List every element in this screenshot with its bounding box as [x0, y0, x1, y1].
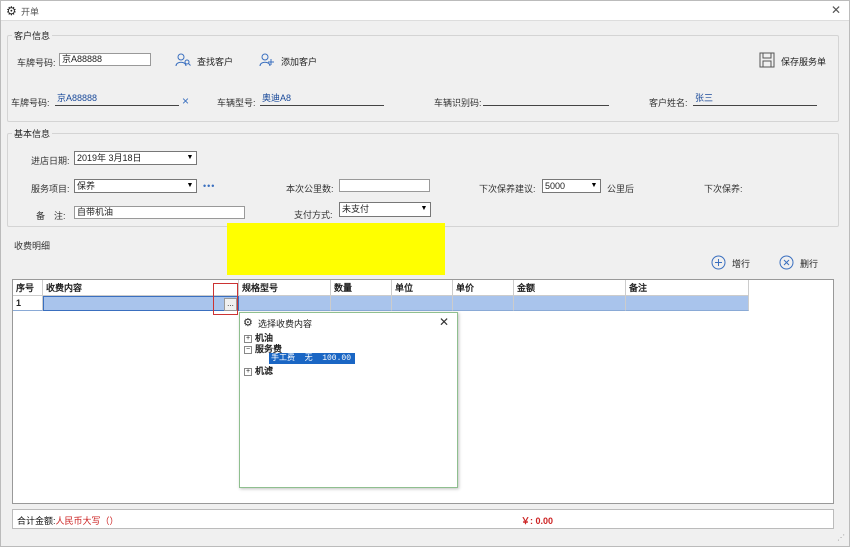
vin-field[interactable] — [483, 92, 609, 106]
plus-circle-icon — [711, 255, 726, 272]
plate-input[interactable]: 京A88888 — [59, 53, 151, 66]
unit-cell[interactable] — [392, 296, 453, 311]
col-header: 序号 — [13, 280, 43, 296]
col-header: 收费内容 — [43, 280, 239, 296]
chevron-down-icon: ▼ — [186, 154, 194, 161]
popup-header: ⚙ 选择收费内容 ✕ — [240, 313, 457, 331]
content-cell[interactable] — [43, 296, 239, 311]
payment-label: 支付方式: — [294, 210, 333, 220]
customer-info-group: 客户信息 — [7, 29, 839, 122]
service-select[interactable]: 保养 ▼ — [74, 179, 197, 193]
plate2-field[interactable]: 京A88888 — [55, 92, 179, 106]
vin-label: 车辆识别码: — [434, 98, 482, 108]
title-bar: ⚙ 开单 ✕ — [1, 1, 849, 21]
model-label: 车辆型号: — [217, 98, 256, 108]
plate2-label: 车牌号码: — [11, 98, 50, 108]
price-cell[interactable] — [453, 296, 514, 311]
chevron-down-icon: ▼ — [420, 205, 428, 212]
plate-label: 车牌号码: — [17, 58, 56, 68]
window-title: 开单 — [21, 7, 40, 17]
find-customer-button[interactable]: 查找客户 — [175, 53, 233, 69]
add-customer-button[interactable]: 添加客户 — [259, 53, 317, 69]
col-header: 单位 — [392, 280, 453, 296]
save-order-button[interactable]: 保存服务单 — [759, 52, 826, 70]
next-suggest-unit: 公里后 — [607, 184, 635, 194]
qty-cell[interactable] — [331, 296, 392, 311]
row-index: 1 — [13, 296, 43, 311]
delete-row-button[interactable]: 删行 — [779, 255, 818, 272]
service-more-button[interactable]: ••• — [203, 181, 215, 191]
amount-cell[interactable] — [514, 296, 626, 311]
remark-cell[interactable] — [626, 296, 749, 311]
total-label-text: 合计金额: — [17, 516, 56, 526]
service-label: 服务项目: — [31, 184, 70, 194]
next-suggest-value: 5000 — [545, 181, 566, 191]
clear-icon[interactable]: × — [182, 94, 189, 108]
highlight-box — [227, 223, 445, 275]
mileage-input[interactable] — [339, 179, 430, 192]
save-order-label: 保存服务单 — [781, 56, 827, 67]
ellipsis-button[interactable]: ... — [224, 298, 237, 311]
resize-grip-icon[interactable]: ⋰ — [837, 533, 845, 542]
user-search-icon — [175, 53, 191, 69]
col-header: 数量 — [331, 280, 392, 296]
chevron-down-icon: ▼ — [590, 182, 598, 189]
model-field[interactable]: 奥迪A8 — [260, 92, 384, 106]
expand-icon[interactable]: + — [244, 367, 252, 376]
add-customer-label: 添加客户 — [281, 56, 318, 67]
add-row-button[interactable]: 增行 — [711, 255, 750, 272]
tree-node-labor-fee[interactable]: 手工费 无 100.00 — [269, 353, 355, 364]
caps-amount: 人民币大写（） — [55, 516, 119, 526]
delete-row-label: 删行 — [800, 259, 819, 269]
grid-header: 序号 收费内容 规格型号 数量 单位 单价 金额 备注 — [13, 280, 749, 296]
close-window-button[interactable]: ✕ — [831, 3, 841, 17]
col-header: 备注 — [626, 280, 749, 296]
tree-node-filter[interactable]: + 机滤 — [244, 364, 273, 377]
date-picker[interactable]: 2019年 3月18日 ▼ — [74, 151, 197, 165]
popup-close-button[interactable]: ✕ — [439, 315, 449, 329]
collapse-icon[interactable]: − — [244, 345, 252, 354]
payment-select[interactable]: 未支付 ▼ — [339, 202, 431, 217]
table-row[interactable]: 1 — [13, 296, 749, 311]
gear-icon: ⚙ — [6, 4, 17, 18]
tree-node-label: 机滤 — [255, 366, 274, 376]
remark-label: 备 注: — [36, 211, 66, 221]
next-suggest-label: 下次保养建议: — [479, 184, 536, 194]
col-header: 规格型号 — [239, 280, 331, 296]
remark-input[interactable]: 自带机油 — [74, 206, 245, 219]
user-add-icon — [259, 53, 275, 69]
next-maintenance-label: 下次保养: — [704, 184, 743, 194]
add-row-label: 增行 — [732, 259, 751, 269]
customer-name-label: 客户姓名: — [649, 98, 688, 108]
col-header: 金额 — [514, 280, 626, 296]
total-footer: 合计金额:人民币大写（） ￥: 0.00 — [12, 509, 834, 529]
total-label: 合计金额:人民币大写（） — [17, 514, 119, 527]
gear-icon: ⚙ — [243, 317, 253, 329]
popup-title: 选择收费内容 — [258, 319, 313, 329]
basic-info-legend: 基本信息 — [14, 129, 51, 139]
date-label: 进店日期: — [31, 156, 70, 166]
service-value: 保养 — [77, 181, 96, 191]
fee-detail-legend: 收费明细 — [14, 241, 51, 251]
total-amount: ￥: 0.00 — [521, 516, 554, 526]
chevron-down-icon: ▼ — [186, 182, 194, 189]
find-customer-label: 查找客户 — [197, 56, 234, 67]
payment-value: 未支付 — [342, 204, 370, 214]
date-value: 2019年 3月18日 — [77, 153, 142, 163]
next-suggest-select[interactable]: 5000 ▼ — [542, 179, 601, 193]
col-header: 单价 — [453, 280, 514, 296]
remove-circle-icon — [779, 255, 794, 272]
spec-cell[interactable] — [239, 296, 331, 311]
save-icon — [759, 52, 775, 70]
main-window: ⚙ 开单 ✕ 客户信息 车牌号码: 京A88888 查找客户 添加客户 保存服务… — [0, 0, 850, 547]
customer-name-field[interactable]: 张三 — [693, 92, 817, 106]
mileage-label: 本次公里数: — [286, 184, 334, 194]
customer-info-legend: 客户信息 — [14, 31, 51, 41]
